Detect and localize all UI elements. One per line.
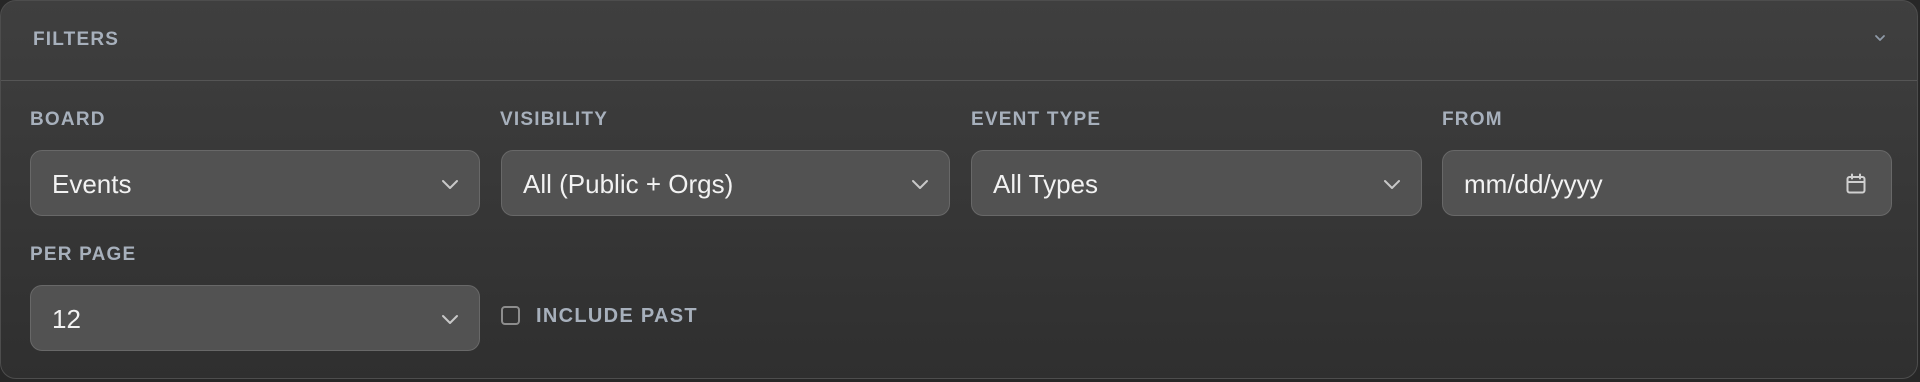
visibility-select[interactable]: All (Public + Orgs) bbox=[501, 150, 950, 216]
event-type-select[interactable]: All Types bbox=[971, 150, 1422, 216]
chevron-down-icon bbox=[442, 180, 458, 189]
board-select[interactable]: Events bbox=[30, 150, 480, 216]
from-date-input[interactable]: mm/dd/yyyy bbox=[1442, 150, 1892, 216]
include-past-checkbox[interactable] bbox=[501, 306, 520, 325]
event-type-label: EVENT TYPE bbox=[971, 109, 1102, 130]
chevron-down-icon bbox=[442, 315, 458, 324]
per-page-label: PER PAGE bbox=[30, 244, 137, 265]
include-past-label: INCLUDE PAST bbox=[536, 305, 698, 327]
filters-header[interactable]: FILTERS bbox=[1, 1, 1917, 81]
chevron-down-icon[interactable] bbox=[1873, 31, 1887, 45]
from-date-placeholder: mm/dd/yyyy bbox=[1464, 169, 1603, 199]
per-page-select-value: 12 bbox=[52, 304, 81, 334]
filters-panel: FILTERS BOARD Events VISIBILITY All (Pub… bbox=[0, 0, 1918, 379]
board-label: BOARD bbox=[30, 109, 106, 130]
visibility-select-value: All (Public + Orgs) bbox=[523, 169, 734, 199]
per-page-select[interactable]: 12 bbox=[30, 285, 480, 351]
chevron-down-icon bbox=[912, 180, 928, 189]
board-select-value: Events bbox=[52, 169, 132, 199]
from-label: FROM bbox=[1442, 109, 1503, 130]
chevron-down-icon bbox=[1384, 180, 1400, 189]
visibility-label: VISIBILITY bbox=[500, 109, 609, 130]
event-type-select-value: All Types bbox=[993, 169, 1099, 199]
calendar-icon[interactable] bbox=[1845, 173, 1867, 195]
filters-title: FILTERS bbox=[33, 29, 120, 50]
